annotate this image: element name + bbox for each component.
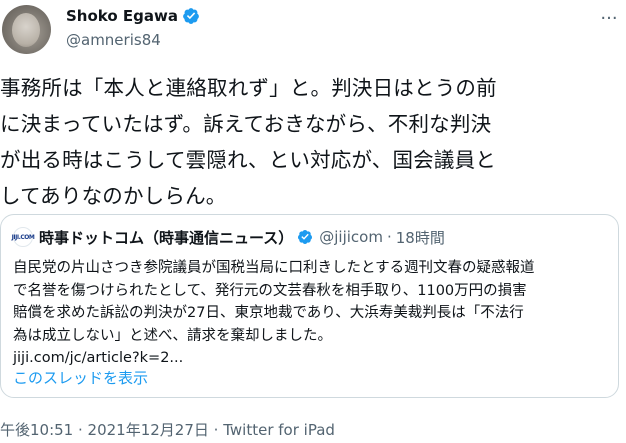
author-avatar[interactable] bbox=[2, 5, 51, 54]
tweet-time[interactable]: 午後10:51 bbox=[0, 421, 73, 439]
avatar-image bbox=[12, 13, 40, 47]
quoted-tweet-card[interactable]: JIJI.COM 時事ドットコム（時事通信ニュース） @jijicom · 18… bbox=[0, 214, 619, 398]
quoted-tweet-header: JIJI.COM 時事ドットコム（時事通信ニュース） @jijicom · 18… bbox=[11, 227, 445, 247]
tweet-text: 事務所は「本人と連絡取れず」と。判決日はとうの前 に決まっていたはず。訴えておき… bbox=[0, 76, 497, 208]
author-name-text[interactable]: Shoko Egawa bbox=[66, 6, 178, 26]
quoted-separator: · bbox=[386, 228, 392, 246]
quoted-avatar-label: JIJI.COM bbox=[11, 233, 35, 241]
author-display-name[interactable]: Shoko Egawa bbox=[66, 6, 200, 26]
tweet-date[interactable]: 2021年12月27日 bbox=[88, 421, 209, 439]
meta-separator: · bbox=[208, 421, 224, 439]
meta-separator: · bbox=[73, 421, 88, 439]
tweet-source[interactable]: Twitter for iPad bbox=[223, 421, 335, 439]
quoted-verified-badge-icon bbox=[298, 230, 313, 244]
more-dots-icon[interactable]: ··· bbox=[598, 8, 620, 30]
quoted-avatar: JIJI.COM bbox=[11, 227, 35, 247]
quoted-handle: @jijicom bbox=[319, 228, 383, 246]
tweet-meta: 午後10:51 · 2021年12月27日 · Twitter for iPad bbox=[0, 420, 335, 440]
quoted-tweet-text: 自民党の片山さつき参院議員が国税当局に口利きしたとする週刊文春の疑惑報道 で名誉… bbox=[13, 260, 535, 366]
author-handle[interactable]: @amneris84 bbox=[66, 30, 161, 50]
verified-badge-icon bbox=[183, 8, 199, 24]
tweet-header: Shoko Egawa @amneris84 ··· bbox=[0, 0, 626, 62]
show-thread-link[interactable]: このスレッドを表示 bbox=[13, 368, 148, 388]
quoted-display-name: 時事ドットコム（時事通信ニュース） bbox=[39, 228, 294, 247]
quoted-timestamp: 18時間 bbox=[395, 228, 445, 247]
